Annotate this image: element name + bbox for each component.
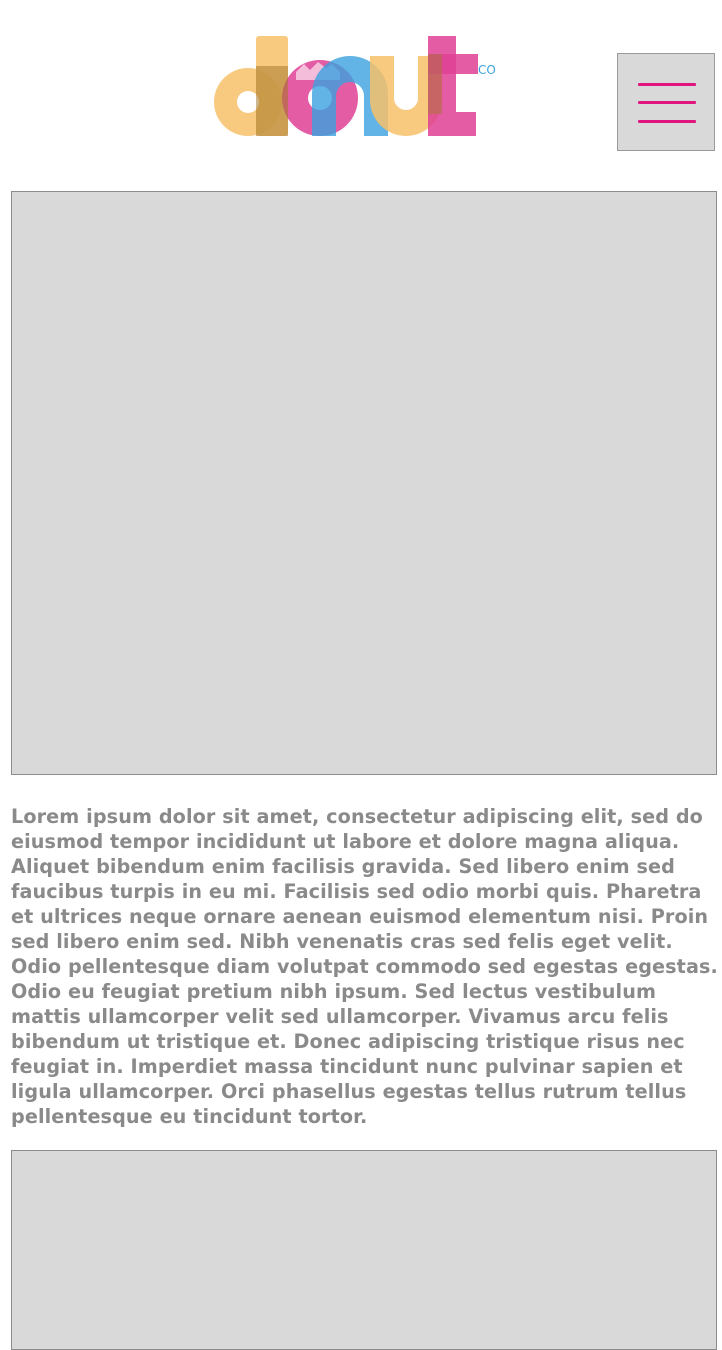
hero-image-placeholder xyxy=(11,191,717,775)
logo-co-text: CO. xyxy=(478,63,496,77)
donut-logo-graphic: CO. xyxy=(214,36,499,136)
hamburger-menu-icon xyxy=(638,101,696,104)
body-paragraph: Lorem ipsum dolor sit amet, consectetur … xyxy=(11,805,718,1128)
hamburger-menu-button[interactable] xyxy=(617,53,715,151)
hamburger-menu-icon xyxy=(638,83,696,86)
donut-co-logo[interactable]: CO. xyxy=(200,32,499,140)
site-header: CO. xyxy=(0,0,722,170)
logo-overlap-shade xyxy=(428,54,442,114)
logo-overlap-shade xyxy=(256,66,288,136)
hamburger-menu-icon xyxy=(638,120,696,123)
secondary-image-placeholder xyxy=(11,1150,717,1350)
